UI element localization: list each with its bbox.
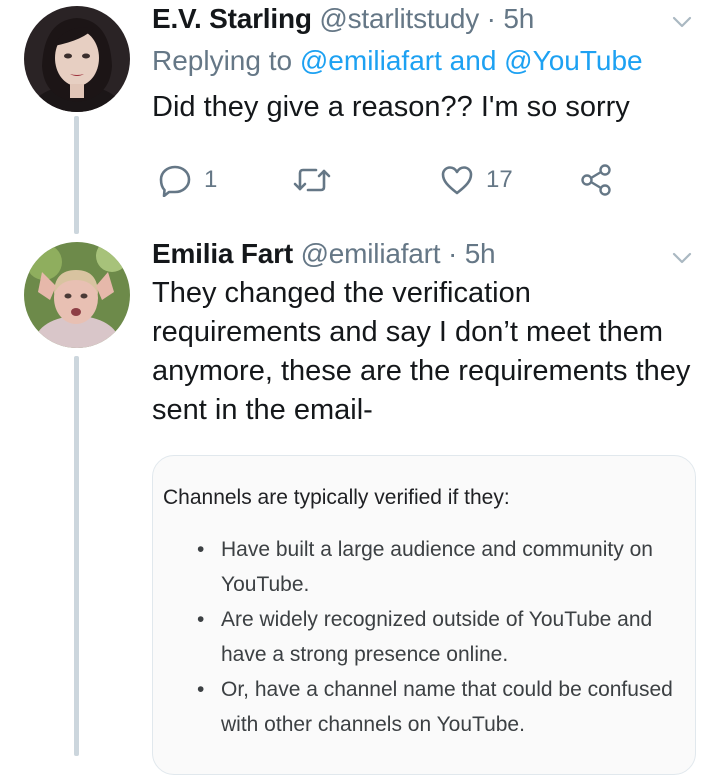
list-item-text: Are widely recognized outside of YouTube… — [221, 608, 653, 666]
email-screenshot-card[interactable]: Channels are typically verified if they:… — [152, 455, 696, 775]
action-bar: 1 17 — [152, 160, 652, 200]
list-item-text: Have built a large audience and communit… — [221, 538, 653, 596]
tweet-header: Emilia Fart @emiliafart · 5h — [152, 237, 496, 271]
list-item: • Or, have a channel name that could be c… — [197, 672, 677, 742]
tweet-starling[interactable]: E.V. Starling @starlitstudy · 5h Replyin… — [0, 0, 718, 230]
timestamp[interactable]: 5h — [465, 238, 496, 269]
like-button[interactable]: 17 — [440, 160, 513, 200]
avatar-starling[interactable] — [24, 6, 130, 112]
chevron-down-icon[interactable] — [670, 246, 694, 270]
heart-icon — [441, 166, 473, 195]
mention-link-1[interactable]: @emiliafart — [300, 45, 442, 76]
tweet-emilia[interactable]: Emilia Fart @emiliafart · 5h They change… — [0, 234, 718, 775]
avatar-emilia[interactable] — [24, 242, 130, 348]
list-item-text: Or, have a channel name that could be co… — [221, 678, 673, 736]
like-count: 17 — [486, 166, 513, 193]
list-item: • Are widely recognized outside of YouTub… — [197, 602, 677, 672]
user-handle[interactable]: @emiliafart — [301, 238, 441, 269]
bullet: • — [197, 678, 205, 701]
reply-icon — [159, 165, 191, 197]
mention-and[interactable]: and — [450, 45, 497, 76]
replying-prefix: Replying to — [152, 45, 293, 76]
user-handle[interactable]: @starlitstudy — [319, 3, 479, 34]
bullet: • — [197, 608, 205, 631]
timestamp[interactable]: 5h — [503, 3, 534, 34]
share-icon — [581, 164, 611, 196]
share-button[interactable] — [580, 160, 612, 200]
tweet-text: Did they give a reason?? I'm so sorry — [152, 91, 630, 123]
list-item: • Have built a large audience and communi… — [197, 532, 677, 602]
retweet-icon — [293, 168, 331, 192]
card-title: Channels are typically verified if they: — [163, 486, 510, 509]
tweet-header: E.V. Starling @starlitstudy · 5h — [152, 2, 534, 36]
separator-dot: · — [447, 238, 458, 269]
mention-link-2[interactable]: @YouTube — [504, 45, 642, 76]
display-name[interactable]: E.V. Starling — [152, 3, 312, 34]
reply-count: 1 — [204, 166, 218, 193]
tweet-text: They changed the verification requiremen… — [152, 277, 691, 426]
bullet: • — [197, 538, 205, 561]
requirements-list: • Have built a large audience and communi… — [197, 532, 677, 742]
reply-button[interactable]: 1 — [158, 160, 217, 200]
replying-to: Replying to @emiliafart and @YouTube — [152, 44, 643, 78]
separator-dot: · — [486, 3, 496, 34]
chevron-down-icon[interactable] — [670, 10, 694, 34]
retweet-button[interactable] — [292, 160, 332, 200]
display-name[interactable]: Emilia Fart — [152, 238, 293, 269]
